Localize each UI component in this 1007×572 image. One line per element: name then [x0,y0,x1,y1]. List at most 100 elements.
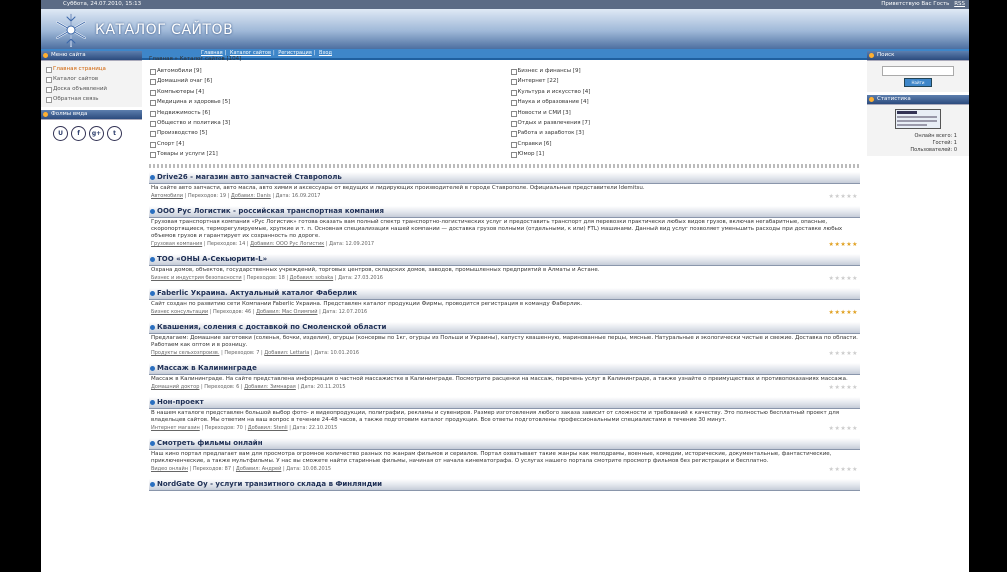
entry-author[interactable]: Добавил: Зимнарая [244,384,296,390]
entry-title-text: Нон-проект [157,397,204,406]
category-label: Отдых и развлечения [7] [517,120,591,127]
entry-category[interactable]: Бизнес консультации [151,309,208,315]
square-icon [510,152,517,159]
rating-stars[interactable]: ★★★★★ [829,193,858,200]
bullet-icon [43,112,48,117]
category-label: Работа и заработок [3] [517,130,584,137]
category-link[interactable]: Наука и образование [4] [510,97,861,107]
divider [149,163,860,168]
entry-description: Предлагаем: Домашние заготовки (соленья,… [151,334,858,348]
category-label: Интернет [22] [517,78,559,85]
entry-author[interactable]: Добавил: sobaka [290,275,334,281]
snowflake-logo-icon [56,13,86,47]
rating-stars[interactable]: ★★★★★ [829,384,858,391]
entry-views: Переходов: 87 [192,465,232,472]
entry-title[interactable]: ООО Рус Логистик - российская транспортн… [149,205,860,218]
entry-category[interactable]: Домашний доктор [151,384,199,390]
entry-category[interactable]: Продукты сельхозпроизв. [151,350,219,356]
rating-stars[interactable]: ★★★★★ [829,466,858,473]
category-link[interactable]: Производство [5] [149,128,500,138]
entry-views: Переходов: 14 [207,240,246,247]
bullet-icon [869,97,874,102]
entry-author[interactable]: Добавил: Мас Олимпий [256,309,317,315]
bullet-icon [150,290,155,296]
entry-author[interactable]: Добавил: Danis [231,193,271,199]
category-link[interactable]: Новости и СМИ [3] [510,108,861,118]
stats-block-title-text: Статистика [877,96,911,102]
social-block-title: Фолмы вмда [41,110,142,120]
rating-stars[interactable]: ★★★★★ [829,241,858,248]
category-link[interactable]: Товары и услуги [21] [149,149,500,159]
category-link[interactable]: Работа и заработок [3] [510,128,861,138]
entry-category[interactable]: Интернет магазин [151,425,200,431]
rating-stars[interactable]: ★★★★★ [829,275,858,282]
entry-title[interactable]: Faberlic Украина. Актуальный каталог Фаб… [149,287,860,300]
search-input[interactable] [882,66,954,76]
search-block-title: Поиск [867,51,969,61]
entry-title-text: Faberlic Украина. Актуальный каталог Фаб… [157,288,358,297]
menu-item-label: Главная страница [53,66,106,72]
category-link[interactable]: Отдых и развлечения [7] [510,118,861,128]
rating-stars[interactable]: ★★★★★ [829,425,858,432]
entry-title[interactable]: Квашения, соления с доставкой по Смоленс… [149,321,860,334]
entry-title[interactable]: Массаж в Калининграде [149,362,860,375]
category-link[interactable]: Интернет [22] [510,76,861,86]
entry-author[interactable]: Добавил: Андрей [236,466,281,472]
rating-stars[interactable]: ★★★★★ [829,309,858,316]
category-link[interactable]: Общество и политика [3] [149,118,500,128]
entry-author[interactable]: Добавил: Lettaria [264,350,309,356]
category-link[interactable]: Автомобили [9] [149,66,500,76]
entry-title[interactable]: Нон-проект [149,396,860,409]
menu-item-feedback[interactable]: Обратная связь [45,94,138,104]
stats-block: Онлайн всего: 1 Гостей: 1 Пользователей:… [867,105,969,156]
category-link[interactable]: Юмор [1] [510,149,861,159]
category-link[interactable]: Компьютеры [4] [149,87,500,97]
category-label: Автомобили [9] [157,68,202,74]
category-link[interactable]: Спорт [4] [149,139,500,149]
square-icon [150,131,156,138]
menu-item-label: Доска объявлений [53,86,107,92]
category-label: Справки [6] [517,140,552,147]
category-link[interactable]: Культура и искусство [4] [510,87,861,97]
twitter-icon[interactable]: t [107,126,122,141]
category-link[interactable]: Бизнес и финансы [9] [510,66,861,76]
u-icon[interactable]: U [53,126,68,141]
square-icon [510,131,517,138]
menu-item-home[interactable]: Главная страница [45,64,138,74]
search-button[interactable]: Найти [904,78,932,87]
menu-item-board[interactable]: Доска объявлений [45,84,138,94]
category-link[interactable]: Справки [6] [510,139,861,149]
entry-category[interactable]: Видео онлайн [151,466,188,472]
square-icon [150,100,156,107]
category-link[interactable]: Недвижимость [6] [149,108,500,118]
rating-stars[interactable]: ★★★★★ [829,350,858,357]
right-sidebar: Поиск Найти Статистика Онлайн всего: 1 Г… [867,51,969,156]
entry-meta: Бизнес консультации | Переходов: 46 | До… [149,309,860,316]
entry-title-text: ТОО «ОНЫ А-Секьюрити-L» [157,254,268,263]
square-icon [510,100,517,107]
entry-author[interactable]: Добавил: ООО Рус Логистик [250,241,324,247]
entry-title[interactable]: NordGate Oy - услуги транзитного склада … [149,478,860,491]
category-link[interactable]: Домашний очаг [6] [149,76,500,86]
entry-title[interactable]: Смотреть фильмы онлайн [149,437,860,450]
stats-block-title: Статистика [867,95,969,105]
entry-category[interactable]: Автомобили [151,193,183,199]
category-label: Общество и политика [3] [157,120,231,127]
square-icon [46,77,52,83]
google-plus-icon[interactable]: g+ [89,126,104,141]
facebook-icon[interactable]: f [71,126,86,141]
rss-link[interactable]: RSS [954,1,965,7]
category-label: Бизнес и финансы [9] [517,68,581,74]
menu-item-label: Обратная связь [53,96,99,102]
entry-category[interactable]: Бизнес и индустрия безопасности [151,275,242,281]
entry-title-text: Смотреть фильмы онлайн [157,438,263,447]
square-icon [150,89,156,96]
entry-author[interactable]: Добавил: Stenli [248,425,288,431]
category-label: Домашний очаг [6] [157,78,213,85]
menu-item-catalog[interactable]: Каталог сайтов [45,74,138,84]
entry-title[interactable]: ТОО «ОНЫ А-Секьюрити-L» [149,253,860,266]
bullet-icon [150,324,155,330]
entry-title[interactable]: Drive26 - магазин авто запчастей Ставроп… [149,171,860,184]
entry-category[interactable]: Грузовая компания [151,241,202,247]
category-link[interactable]: Медицина и здоровье [5] [149,97,500,107]
